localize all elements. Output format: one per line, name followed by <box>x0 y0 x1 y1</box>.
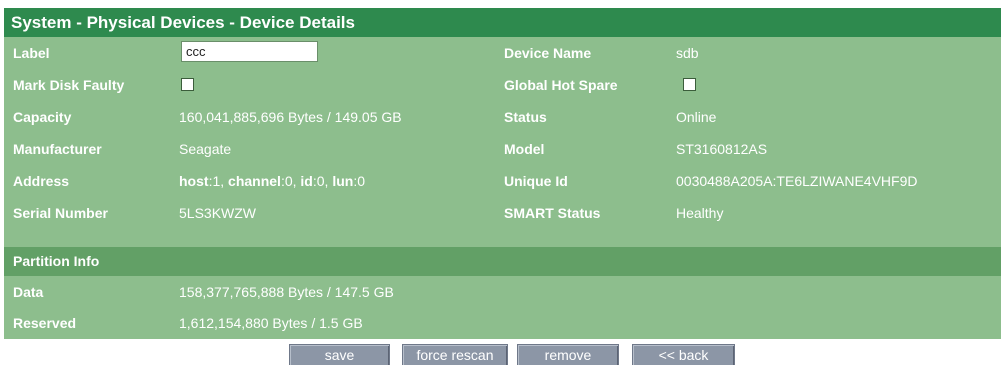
row-capacity: Capacity 160,041,885,696 Bytes / 149.05 … <box>4 101 1001 133</box>
remove-button[interactable]: remove <box>517 344 619 365</box>
row-manufacturer: Manufacturer Seagate Model ST3160812AS <box>4 133 1001 165</box>
status-value: Online <box>676 109 717 125</box>
smart-status-label: SMART Status <box>504 205 601 221</box>
serial-number-label: Serial Number <box>13 205 108 221</box>
address-lun-value: :0 <box>353 173 366 189</box>
partition-data-value: 158,377,765,888 Bytes / 147.5 GB <box>179 284 394 300</box>
label-input[interactable] <box>181 41 318 62</box>
status-label: Status <box>504 109 547 125</box>
save-button[interactable]: save <box>289 344 390 365</box>
global-hot-spare-label: Global Hot Spare <box>504 77 618 93</box>
partition-row-data: Data 158,377,765,888 Bytes / 147.5 GB <box>4 276 1001 308</box>
manufacturer-value: Seagate <box>179 141 232 157</box>
partition-info-heading: Partition Info <box>13 253 100 269</box>
action-buttons: save force rescan remove << back <box>0 344 1005 365</box>
address-channel-key: channel <box>228 173 281 189</box>
address-lun-key: lun <box>332 173 354 189</box>
force-rescan-button[interactable]: force rescan <box>402 344 508 365</box>
device-name-label: Device Name <box>504 45 592 61</box>
device-details-panel: System - Physical Devices - Device Detai… <box>4 8 1001 339</box>
mark-disk-faulty-label: Mark Disk Faulty <box>13 77 125 93</box>
row-flags: Mark Disk Faulty Global Hot Spare <box>4 69 1001 101</box>
address-id-value: :0, <box>312 173 333 189</box>
address-channel-value: :0, <box>280 173 301 189</box>
device-name-value: sdb <box>676 45 699 61</box>
back-button[interactable]: << back <box>632 344 735 365</box>
partition-reserved-label: Reserved <box>13 315 77 331</box>
partition-info-header: Partition Info <box>4 247 1001 276</box>
row-label: Label Device Name sdb <box>4 37 1001 69</box>
serial-number-value: 5LS3KWZW <box>179 205 257 221</box>
label-field-label: Label <box>13 45 50 61</box>
global-hot-spare-checkbox[interactable] <box>683 78 696 91</box>
unique-id-value: 0030488A205A:TE6LZIWANE4VHF9D <box>676 173 918 189</box>
page-title: System - Physical Devices - Device Detai… <box>4 8 1001 37</box>
partition-reserved-value: 1,612,154,880 Bytes / 1.5 GB <box>179 315 363 331</box>
row-address: Address host:1, channel:0, id:0, lun:0 U… <box>4 165 1001 197</box>
partition-row-reserved: Reserved 1,612,154,880 Bytes / 1.5 GB <box>4 307 1001 339</box>
smart-status-value: Healthy <box>676 205 724 221</box>
unique-id-label: Unique Id <box>504 173 568 189</box>
mark-disk-faulty-checkbox[interactable] <box>181 78 194 91</box>
address-host-key: host <box>179 173 209 189</box>
row-serial: Serial Number 5LS3KWZW SMART Status Heal… <box>4 197 1001 229</box>
partition-data-label: Data <box>13 284 44 300</box>
manufacturer-label: Manufacturer <box>13 141 102 157</box>
model-label: Model <box>504 141 545 157</box>
capacity-value: 160,041,885,696 Bytes / 149.05 GB <box>179 109 402 125</box>
address-id-key: id <box>300 173 313 189</box>
address-value: host:1, channel:0, id:0, lun:0 <box>179 165 365 197</box>
address-host-value: :1, <box>208 173 229 189</box>
address-label: Address <box>13 173 70 189</box>
capacity-label: Capacity <box>13 109 72 125</box>
model-value: ST3160812AS <box>676 141 768 157</box>
